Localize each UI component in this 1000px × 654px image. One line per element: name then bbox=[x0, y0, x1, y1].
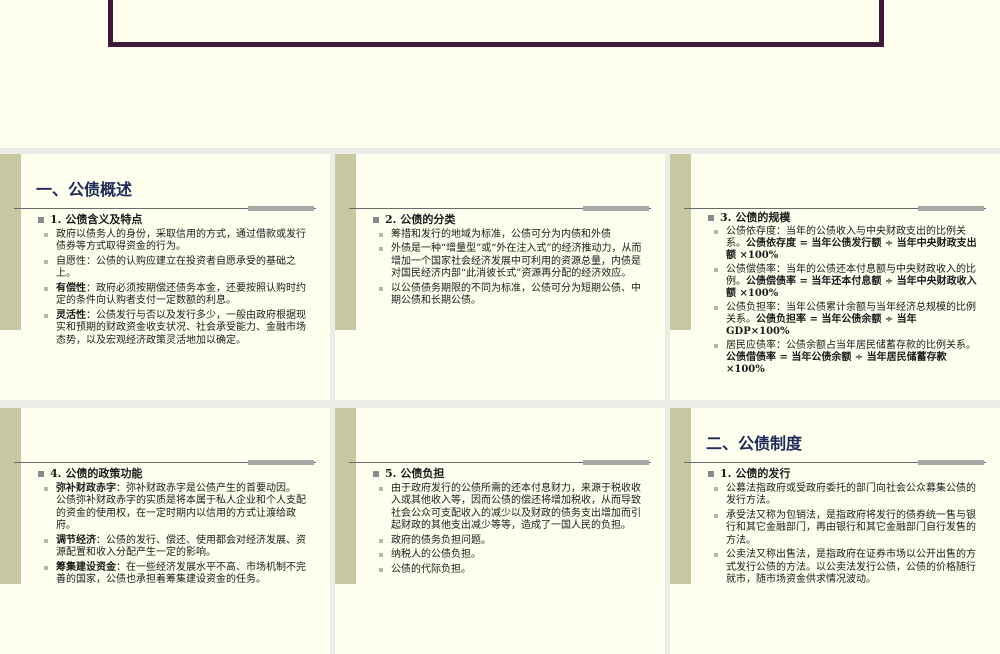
bullet-item: 外债是一种“增量型”或“外在注入式”的经济推动力，从而增加一个国家社会经济发展中… bbox=[371, 243, 643, 281]
slide-content: 5. 公债负担 由于政府发行的公债所需的还本付息财力，来源于税收收入或其他收入等… bbox=[371, 467, 643, 578]
title-divider-accent bbox=[918, 206, 984, 211]
bullet-item: 政府以债务人的身份，采取信用的方式，通过借款或发行债券等方式取得资金的行为。 bbox=[36, 229, 308, 254]
bullet-item: 调节经济：公债的发行、偿还、使用都会对经济发展、资源配置和收入分配产生一定的影响… bbox=[36, 535, 308, 560]
slide-side-bar bbox=[670, 408, 691, 584]
slide-title: 二、公债制度 bbox=[706, 434, 803, 453]
previous-slide-frame bbox=[108, 0, 884, 47]
bullet-item: 公债偿债率：当年的公债还本付息额与中央财政收入的比例。公债偿债率 = 当年还本付… bbox=[706, 264, 978, 300]
slide-content: 1. 公债含义及特点 政府以债务人的身份，采取信用的方式，通过借款或发行债券等方… bbox=[36, 213, 308, 349]
slide-content: 1. 公债的发行 公募法指政府或受政府委托的部门向社会公众募集公债的发行方法。 … bbox=[706, 467, 978, 589]
bullet-item: 有偿性：政府必须按期偿还债务本金，还要按照认购时约定的条件向认购者支付一定数额的… bbox=[36, 283, 308, 308]
section-heading: 1. 公债含义及特点 bbox=[36, 213, 308, 227]
slide-thumbnail-1[interactable]: 一、公债概述 1. 公债含义及特点 政府以债务人的身份，采取信用的方式，通过借款… bbox=[0, 154, 330, 400]
bullet-item: 自愿性：公债的认购应建立在投资者自愿承受的基础之上。 bbox=[36, 256, 308, 281]
bullet-item: 纳税人的公债负担。 bbox=[371, 549, 643, 562]
bullet-item: 政府的债务负担问题。 bbox=[371, 535, 643, 548]
bullet-item: 由于政府发行的公债所需的还本付息财力，来源于税收收入或其他收入等，因而公债的偿还… bbox=[371, 483, 643, 533]
section-heading: 5. 公债负担 bbox=[371, 467, 643, 481]
slide-side-bar bbox=[335, 408, 356, 584]
title-divider-accent bbox=[248, 460, 314, 465]
bullet-item: 公债负担率：当年公债累计余额与当年经济总规模的比例关系。公债负担率 = 当年公债… bbox=[706, 302, 978, 338]
slide-thumbnail-5[interactable]: 5. 公债负担 由于政府发行的公债所需的还本付息财力，来源于税收收入或其他收入等… bbox=[335, 408, 665, 654]
bullet-item: 公债依存度：当年的公债收入与中央财政支出的比例关系。公债依存度 = 当年公债发行… bbox=[706, 226, 978, 262]
bullet-item: 筹集建设资金：在一些经济发展水平不高、市场机制不完善的国家，公债也承担着筹集建设… bbox=[36, 562, 308, 587]
bullet-item: 公募法指政府或受政府委托的部门向社会公众募集公债的发行方法。 bbox=[706, 483, 978, 508]
slide-thumbnail-3[interactable]: 3. 公债的规模 公债依存度：当年的公债收入与中央财政支出的比例关系。公债依存度… bbox=[670, 154, 1000, 400]
title-divider-accent bbox=[583, 206, 649, 211]
bullet-item: 筹措和发行的地域为标准，公债可分为内债和外债 bbox=[371, 229, 643, 242]
bullet-item: 公卖法又称出售法，是指政府在证券市场以公开出售的方式发行公债的方法。以公卖法发行… bbox=[706, 549, 978, 587]
slide-title: 一、公债概述 bbox=[36, 180, 133, 199]
slide-content: 3. 公债的规模 公债依存度：当年的公债收入与中央财政支出的比例关系。公债依存度… bbox=[706, 212, 978, 378]
bullet-item: 以公债债务期限的不同为标准，公债可分为短期公债、中期公债和长期公债。 bbox=[371, 283, 643, 308]
bullet-item: 公债的代际负担。 bbox=[371, 564, 643, 577]
slide-thumbnail-2[interactable]: 2. 公债的分类 筹措和发行的地域为标准，公债可分为内债和外债 外债是一种“增量… bbox=[335, 154, 665, 400]
title-divider-accent bbox=[248, 206, 314, 211]
slide-thumbnail-6[interactable]: 二、公债制度 1. 公债的发行 公募法指政府或受政府委托的部门向社会公众募集公债… bbox=[670, 408, 1000, 654]
slide-side-bar bbox=[335, 154, 356, 330]
bullet-item: 弥补财政赤字：弥补财政赤字是公债产生的首要动因。 公债弥补财政赤字的实质是将本属… bbox=[36, 483, 308, 533]
section-heading: 4. 公债的政策功能 bbox=[36, 467, 308, 481]
slide-side-bar bbox=[670, 154, 691, 330]
section-heading: 3. 公债的规模 bbox=[706, 212, 978, 224]
slide-side-bar bbox=[0, 408, 21, 584]
previous-slide-area bbox=[0, 0, 1000, 148]
bullet-item: 灵活性：公债发行与否以及发行多少，一般由政府根据现实和预期的财政资金收支状况、社… bbox=[36, 310, 308, 348]
slide-content: 4. 公债的政策功能 弥补财政赤字：弥补财政赤字是公债产生的首要动因。 公债弥补… bbox=[36, 467, 308, 589]
title-divider-accent bbox=[583, 460, 649, 465]
slide-thumbnail-4[interactable]: 4. 公债的政策功能 弥补财政赤字：弥补财政赤字是公债产生的首要动因。 公债弥补… bbox=[0, 408, 330, 654]
section-heading: 1. 公债的发行 bbox=[706, 467, 978, 481]
slide-side-bar bbox=[0, 154, 21, 330]
bullet-item: 承受法又称为包销法，是指政府将发行的债券统一售与银行和其它金融部门，再由银行和其… bbox=[706, 510, 978, 548]
slide-content: 2. 公债的分类 筹措和发行的地域为标准，公债可分为内债和外债 外债是一种“增量… bbox=[371, 213, 643, 310]
title-divider-accent bbox=[918, 460, 984, 465]
bullet-item: 居民应债率：公债余额占当年居民储蓄存款的比例关系。公债借债率 = 当年公债余额 … bbox=[706, 340, 978, 376]
section-heading: 2. 公债的分类 bbox=[371, 213, 643, 227]
